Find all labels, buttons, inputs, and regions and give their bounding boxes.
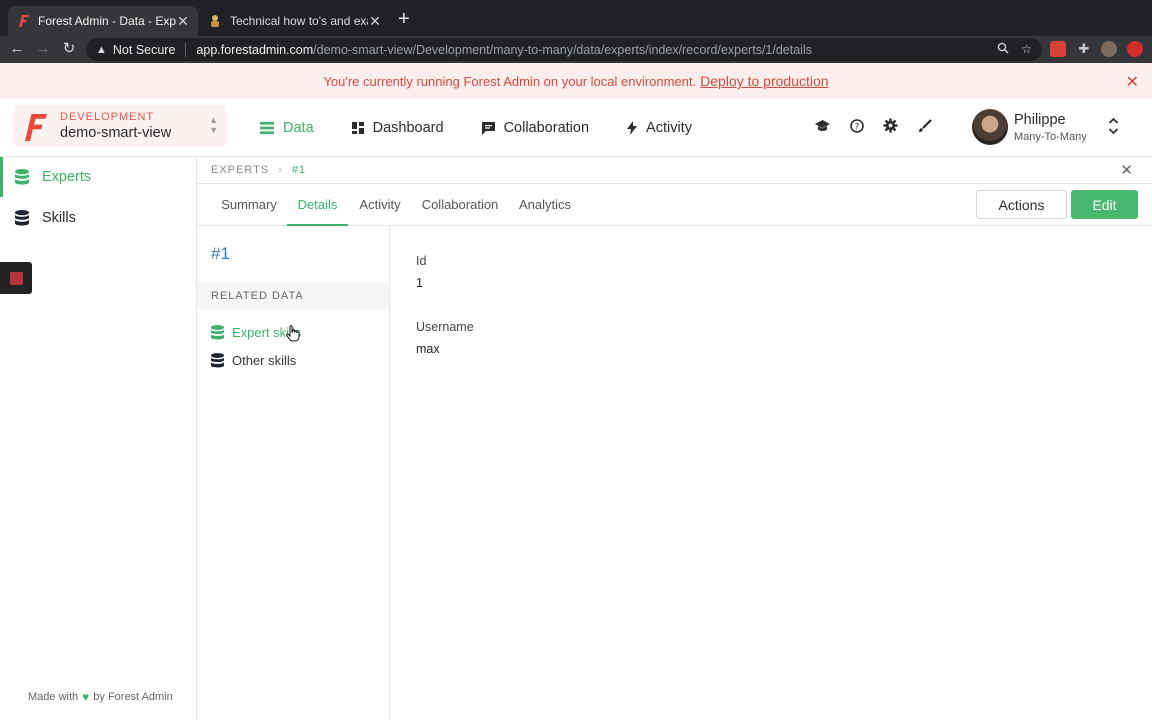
nav-dashboard-label: Dashboard (372, 120, 444, 136)
avatar (972, 109, 1008, 145)
edit-button[interactable]: Edit (1071, 190, 1138, 219)
forest-admin-logo-icon (22, 112, 48, 147)
database-icon (15, 169, 29, 185)
sidebar-item-experts[interactable]: Experts (0, 157, 196, 197)
chevron-up-down-icon (1108, 116, 1119, 139)
related-item-label: Other skills (232, 352, 297, 368)
nav-collaboration[interactable]: Collaboration (481, 120, 590, 136)
database-icon (211, 324, 224, 340)
browser-tab-title: Forest Admin - Data - Experts (38, 14, 176, 28)
forest-admin-favicon-icon (16, 14, 30, 28)
extension-icon[interactable] (1050, 41, 1066, 57)
nav-collaboration-label: Collaboration (503, 120, 590, 136)
project-name: demo-smart-view (60, 125, 172, 141)
address-bar[interactable]: ▲ Not Secure app.forestadmin.com/demo-sm… (86, 38, 1042, 61)
sidebar-item-label: Experts (42, 169, 92, 185)
header-tools: ? (815, 118, 932, 133)
database-icon (15, 210, 29, 226)
hand-cursor-icon (286, 325, 300, 347)
forward-arrow-icon[interactable]: → (34, 40, 52, 58)
graduation-cap-icon[interactable] (815, 118, 830, 133)
tab-summary[interactable]: Summary (211, 184, 287, 226)
close-icon[interactable]: ✕ (1126, 72, 1139, 92)
bookmark-star-icon[interactable]: ☆ (1021, 42, 1032, 57)
heart-icon: ♥ (82, 690, 90, 704)
app-header: DEVELOPMENT demo-smart-view ▲ ▼ Data Dash… (0, 99, 1152, 157)
lightning-icon (627, 121, 638, 135)
address-divider (185, 42, 187, 57)
close-icon[interactable]: ✕ (1120, 161, 1134, 179)
database-icon (211, 352, 224, 368)
chevron-up-down-icon: ▲ ▼ (209, 115, 218, 135)
local-environment-banner: You're currently running Forest Admin on… (0, 63, 1152, 99)
gear-icon[interactable] (883, 118, 898, 133)
field-value: 1 (416, 276, 423, 290)
breadcrumb: EXPERTS › #1 ✕ (197, 157, 1152, 184)
nav-dashboard[interactable]: Dashboard (351, 120, 444, 136)
dashboard-icon (351, 122, 364, 134)
chevron-right-icon: › (278, 164, 283, 176)
browser-toolbar: ← → ↻ ▲ Not Secure app.forestadmin.com/d… (0, 36, 1152, 63)
chat-icon (481, 121, 495, 135)
nav-activity-label: Activity (646, 120, 692, 136)
tab-activity[interactable]: Activity (348, 184, 412, 226)
main-navigation: Data Dashboard Collaboration Activity (260, 99, 730, 157)
field-value: max (416, 342, 440, 356)
back-arrow-icon[interactable]: ← (8, 40, 26, 58)
nav-activity[interactable]: Activity (627, 120, 692, 136)
environment-label: DEVELOPMENT (60, 111, 155, 123)
field-label: Username (416, 320, 474, 334)
nav-data[interactable]: Data (260, 120, 314, 136)
new-tab-icon[interactable]: + (398, 9, 410, 29)
reload-icon[interactable]: ↻ (60, 40, 78, 58)
brush-icon[interactable] (917, 118, 932, 133)
browser-tabstrip: Forest Admin - Data - Experts ✕ Technica… (0, 0, 1152, 36)
collections-sidebar: Experts Skills Made with ♥ by Forest Adm… (0, 157, 197, 720)
footer-prefix: Made with (28, 691, 79, 703)
close-tab-icon[interactable]: ✕ (368, 13, 382, 30)
footer-suffix: by Forest Admin (93, 691, 173, 703)
svg-text:?: ? (854, 122, 859, 132)
browser-tab-active[interactable]: Forest Admin - Data - Experts ✕ (8, 6, 198, 36)
banner-message: You're currently running Forest Admin on… (323, 73, 697, 89)
user-team: Many-To-Many (1014, 131, 1087, 143)
profile-avatar-icon[interactable] (1101, 41, 1117, 57)
tab-details[interactable]: Details (287, 184, 348, 226)
close-tab-icon[interactable]: ✕ (176, 13, 190, 30)
url-path: /demo-smart-view/Development/many-to-man… (313, 42, 812, 57)
user-name: Philippe (1014, 112, 1066, 128)
made-with-footer: Made with ♥ by Forest Admin (28, 690, 173, 704)
tab-analytics[interactable]: Analytics (508, 184, 582, 226)
record-side-panel: #1 RELATED DATA Expert skills Other skil… (197, 226, 390, 720)
field-id: Id 1 (416, 254, 426, 290)
url-host: app.forestadmin.com (196, 42, 314, 57)
tab-collaboration[interactable]: Collaboration (412, 184, 508, 226)
update-indicator-icon[interactable] (1127, 41, 1143, 57)
sidebar-item-label: Skills (42, 210, 76, 226)
related-data-heading: RELATED DATA (197, 282, 389, 309)
zoom-icon[interactable] (997, 42, 1009, 57)
stop-recording-button[interactable] (0, 262, 32, 294)
sidebar-item-skills[interactable]: Skills (0, 198, 196, 238)
browser-tab-title: Technical how to's and exampl (230, 14, 368, 28)
page-favicon-icon (208, 14, 222, 28)
field-username: Username max (416, 320, 474, 356)
breadcrumb-collection[interactable]: EXPERTS (211, 164, 269, 176)
record-title: #1 (211, 244, 230, 263)
related-other-skills[interactable]: Other skills (211, 350, 296, 370)
nav-data-label: Data (283, 120, 314, 136)
environment-switcher[interactable]: DEVELOPMENT demo-smart-view ▲ ▼ (14, 105, 226, 147)
help-icon[interactable]: ? (849, 118, 864, 133)
security-label: Not Secure (112, 42, 176, 57)
puzzle-extensions-icon[interactable]: ✚ (1076, 41, 1092, 57)
breadcrumb-current: #1 (291, 164, 307, 176)
deploy-to-production-link[interactable]: Deploy to production (700, 73, 828, 89)
stop-icon (9, 271, 23, 285)
actions-button[interactable]: Actions (976, 190, 1067, 219)
warning-icon: ▲ (96, 43, 107, 56)
list-icon (260, 122, 274, 134)
browser-tab-inactive[interactable]: Technical how to's and exampl ✕ (200, 6, 390, 36)
field-label: Id (416, 254, 427, 268)
record-tabs: Summary Details Activity Collaboration A… (197, 184, 1152, 226)
